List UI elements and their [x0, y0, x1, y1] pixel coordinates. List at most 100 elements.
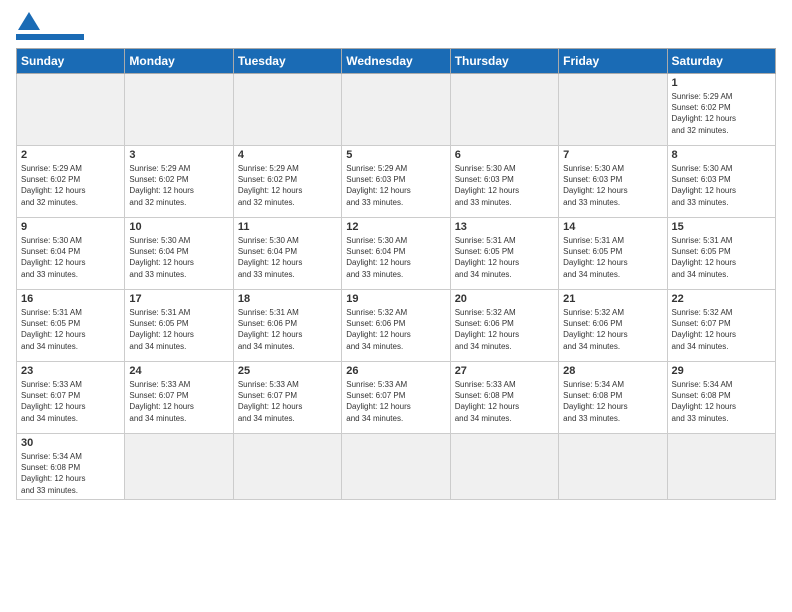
cell-info: Sunrise: 5:30 AM Sunset: 6:03 PM Dayligh…	[563, 163, 662, 208]
day-number: 7	[563, 149, 662, 161]
calendar-cell: 4 Sunrise: 5:29 AM Sunset: 6:02 PM Daylig…	[233, 146, 341, 218]
day-number: 11	[238, 221, 337, 233]
cell-info: Sunrise: 5:29 AM Sunset: 6:03 PM Dayligh…	[346, 163, 445, 208]
calendar-cell: 7 Sunrise: 5:30 AM Sunset: 6:03 PM Daylig…	[559, 146, 667, 218]
cell-info: Sunrise: 5:31 AM Sunset: 6:05 PM Dayligh…	[455, 235, 554, 280]
weekday-header: Monday	[125, 49, 233, 74]
calendar-cell: 18 Sunrise: 5:31 AM Sunset: 6:06 PM Dayli…	[233, 290, 341, 362]
day-number: 5	[346, 149, 445, 161]
calendar-cell: 27 Sunrise: 5:33 AM Sunset: 6:08 PM Dayli…	[450, 362, 558, 434]
cell-info: Sunrise: 5:33 AM Sunset: 6:08 PM Dayligh…	[455, 379, 554, 424]
cell-info: Sunrise: 5:32 AM Sunset: 6:06 PM Dayligh…	[455, 307, 554, 352]
day-number: 14	[563, 221, 662, 233]
calendar-cell: 5 Sunrise: 5:29 AM Sunset: 6:03 PM Daylig…	[342, 146, 450, 218]
day-number: 20	[455, 293, 554, 305]
cell-info: Sunrise: 5:29 AM Sunset: 6:02 PM Dayligh…	[672, 91, 771, 136]
calendar-cell: 11 Sunrise: 5:30 AM Sunset: 6:04 PM Dayli…	[233, 218, 341, 290]
calendar-cell: 14 Sunrise: 5:31 AM Sunset: 6:05 PM Dayli…	[559, 218, 667, 290]
weekday-header: Thursday	[450, 49, 558, 74]
logo-icon	[18, 12, 40, 30]
day-number: 9	[21, 221, 120, 233]
day-number: 2	[21, 149, 120, 161]
day-number: 6	[455, 149, 554, 161]
cell-info: Sunrise: 5:31 AM Sunset: 6:05 PM Dayligh…	[672, 235, 771, 280]
calendar-cell: 12 Sunrise: 5:30 AM Sunset: 6:04 PM Dayli…	[342, 218, 450, 290]
calendar-cell	[559, 434, 667, 500]
calendar-cell: 22Sunrise: 5:32 AM Sunset: 6:07 PM Dayli…	[667, 290, 775, 362]
cell-info: Sunrise: 5:34 AM Sunset: 6:08 PM Dayligh…	[563, 379, 662, 424]
weekday-header-row: SundayMondayTuesdayWednesdayThursdayFrid…	[17, 49, 776, 74]
day-number: 13	[455, 221, 554, 233]
day-number: 27	[455, 365, 554, 377]
weekday-header: Sunday	[17, 49, 125, 74]
day-number: 16	[21, 293, 120, 305]
day-number: 29	[672, 365, 771, 377]
logo-bar	[16, 34, 84, 40]
calendar-cell: 9Sunrise: 5:30 AM Sunset: 6:04 PM Daylig…	[17, 218, 125, 290]
calendar-cell: 20 Sunrise: 5:32 AM Sunset: 6:06 PM Dayli…	[450, 290, 558, 362]
calendar-cell: 3 Sunrise: 5:29 AM Sunset: 6:02 PM Daylig…	[125, 146, 233, 218]
day-number: 8	[672, 149, 771, 161]
cell-info: Sunrise: 5:30 AM Sunset: 6:03 PM Dayligh…	[455, 163, 554, 208]
day-number: 3	[129, 149, 228, 161]
day-number: 28	[563, 365, 662, 377]
calendar-cell: 30 Sunrise: 5:34 AM Sunset: 6:08 PM Dayli…	[17, 434, 125, 500]
cell-info: Sunrise: 5:30 AM Sunset: 6:03 PM Dayligh…	[672, 163, 771, 208]
cell-info: Sunrise: 5:30 AM Sunset: 6:04 PM Dayligh…	[238, 235, 337, 280]
cell-info: Sunrise: 5:31 AM Sunset: 6:05 PM Dayligh…	[563, 235, 662, 280]
cell-info: Sunrise: 5:29 AM Sunset: 6:02 PM Dayligh…	[238, 163, 337, 208]
calendar-cell: 16Sunrise: 5:31 AM Sunset: 6:05 PM Dayli…	[17, 290, 125, 362]
cell-info: Sunrise: 5:31 AM Sunset: 6:06 PM Dayligh…	[238, 307, 337, 352]
cell-info: Sunrise: 5:29 AM Sunset: 6:02 PM Dayligh…	[21, 163, 120, 208]
calendar-cell: 24 Sunrise: 5:33 AM Sunset: 6:07 PM Dayli…	[125, 362, 233, 434]
calendar-cell	[559, 74, 667, 146]
cell-info: Sunrise: 5:34 AM Sunset: 6:08 PM Dayligh…	[21, 451, 120, 496]
cell-info: Sunrise: 5:30 AM Sunset: 6:04 PM Dayligh…	[129, 235, 228, 280]
calendar-cell	[125, 434, 233, 500]
calendar-cell	[342, 74, 450, 146]
calendar-cell: 2 Sunrise: 5:29 AM Sunset: 6:02 PM Daylig…	[17, 146, 125, 218]
cell-info: Sunrise: 5:31 AM Sunset: 6:05 PM Dayligh…	[129, 307, 228, 352]
cell-info: Sunrise: 5:33 AM Sunset: 6:07 PM Dayligh…	[346, 379, 445, 424]
day-number: 10	[129, 221, 228, 233]
calendar-cell: 26 Sunrise: 5:33 AM Sunset: 6:07 PM Dayli…	[342, 362, 450, 434]
day-number: 24	[129, 365, 228, 377]
weekday-header: Tuesday	[233, 49, 341, 74]
calendar-cell	[233, 74, 341, 146]
page: SundayMondayTuesdayWednesdayThursdayFrid…	[0, 0, 792, 508]
calendar-cell: 29Sunrise: 5:34 AM Sunset: 6:08 PM Dayli…	[667, 362, 775, 434]
calendar-cell: 25Sunrise: 5:33 AM Sunset: 6:07 PM Dayli…	[233, 362, 341, 434]
calendar-cell	[450, 434, 558, 500]
calendar-cell: 13 Sunrise: 5:31 AM Sunset: 6:05 PM Dayli…	[450, 218, 558, 290]
cell-info: Sunrise: 5:33 AM Sunset: 6:07 PM Dayligh…	[21, 379, 120, 424]
day-number: 12	[346, 221, 445, 233]
calendar-cell: 6 Sunrise: 5:30 AM Sunset: 6:03 PM Daylig…	[450, 146, 558, 218]
day-number: 26	[346, 365, 445, 377]
cell-info: Sunrise: 5:32 AM Sunset: 6:06 PM Dayligh…	[346, 307, 445, 352]
calendar-cell: 10 Sunrise: 5:30 AM Sunset: 6:04 PM Dayli…	[125, 218, 233, 290]
calendar-cell: 23 Sunrise: 5:33 AM Sunset: 6:07 PM Dayli…	[17, 362, 125, 434]
day-number: 23	[21, 365, 120, 377]
calendar-week-row: 30 Sunrise: 5:34 AM Sunset: 6:08 PM Dayli…	[17, 434, 776, 500]
calendar-cell	[667, 434, 775, 500]
weekday-header: Wednesday	[342, 49, 450, 74]
day-number: 4	[238, 149, 337, 161]
calendar-week-row: 1Sunrise: 5:29 AM Sunset: 6:02 PM Daylig…	[17, 74, 776, 146]
cell-info: Sunrise: 5:30 AM Sunset: 6:04 PM Dayligh…	[346, 235, 445, 280]
cell-info: Sunrise: 5:29 AM Sunset: 6:02 PM Dayligh…	[129, 163, 228, 208]
cell-info: Sunrise: 5:32 AM Sunset: 6:07 PM Dayligh…	[672, 307, 771, 352]
calendar-cell	[17, 74, 125, 146]
day-number: 15	[672, 221, 771, 233]
calendar-week-row: 9 Sunrise: 5:30 AM Sunset: 6:04 PM Daylig…	[17, 218, 776, 290]
calendar-week-row: 2 Sunrise: 5:29 AM Sunset: 6:02 PM Daylig…	[17, 146, 776, 218]
weekday-header: Friday	[559, 49, 667, 74]
calendar-cell	[125, 74, 233, 146]
cell-info: Sunrise: 5:33 AM Sunset: 6:07 PM Dayligh…	[129, 379, 228, 424]
calendar-cell: 28 Sunrise: 5:34 AM Sunset: 6:08 PM Dayli…	[559, 362, 667, 434]
day-number: 30	[21, 437, 120, 449]
day-number: 25	[238, 365, 337, 377]
day-number: 18	[238, 293, 337, 305]
logo-area	[16, 12, 84, 40]
calendar-cell: 1Sunrise: 5:29 AM Sunset: 6:02 PM Daylig…	[667, 74, 775, 146]
calendar-cell: 15 Sunrise: 5:31 AM Sunset: 6:05 PM Dayli…	[667, 218, 775, 290]
